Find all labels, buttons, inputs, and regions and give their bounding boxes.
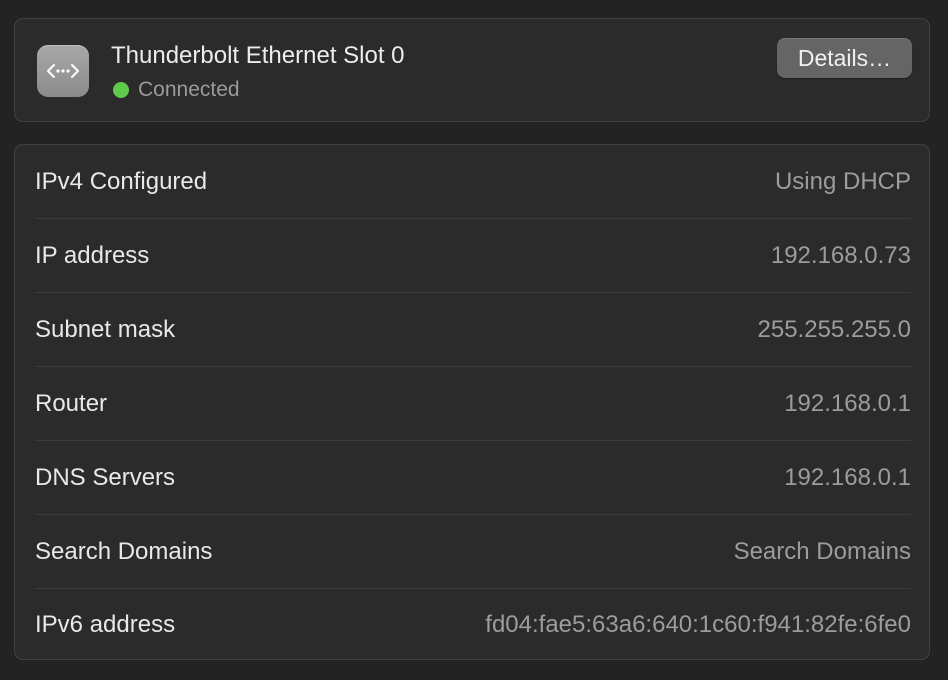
row-value: 255.255.255.0 [757, 315, 911, 343]
tcpip-info-list: IPv4 Configured Using DHCP IP address 19… [14, 144, 930, 660]
info-row-router: Router 192.168.0.1 [35, 367, 911, 441]
row-value: Using DHCP [774, 167, 911, 195]
row-label: DNS Servers [35, 463, 176, 491]
info-row-ip-address: IP address 192.168.0.73 [35, 219, 911, 293]
row-label: Router [35, 389, 108, 417]
info-row-search-domains: Search Domains Search Domains [35, 515, 911, 589]
interface-header: Thunderbolt Ethernet Slot 0 Connected De… [14, 18, 930, 122]
row-value: 192.168.0.1 [784, 463, 911, 491]
row-label: Search Domains [35, 537, 213, 565]
connection-status: Connected [113, 78, 240, 102]
row-label: IPv4 Configured [35, 167, 208, 195]
row-value: fd04:fae5:63a6:640:1c60:f941:82fe:6fe0 [485, 611, 911, 638]
info-row-dns-servers: DNS Servers 192.168.0.1 [35, 441, 911, 515]
info-row-ipv6-address: IPv6 address fd04:fae5:63a6:640:1c60:f94… [35, 589, 911, 661]
details-button[interactable]: Details… [777, 38, 912, 78]
row-label: IPv6 address [35, 611, 176, 638]
row-value: Search Domains [733, 537, 911, 565]
row-label: Subnet mask [35, 315, 176, 343]
info-row-subnet-mask: Subnet mask 255.255.255.0 [35, 293, 911, 367]
status-dot-icon [113, 82, 129, 98]
row-label: IP address [35, 241, 150, 269]
row-value: 192.168.0.73 [770, 241, 911, 269]
row-value: 192.168.0.1 [784, 389, 911, 417]
ethernet-icon [37, 45, 89, 97]
interface-title: Thunderbolt Ethernet Slot 0 [111, 42, 405, 69]
info-row-ipv4-configured: IPv4 Configured Using DHCP [35, 145, 911, 219]
status-text: Connected [138, 78, 240, 101]
